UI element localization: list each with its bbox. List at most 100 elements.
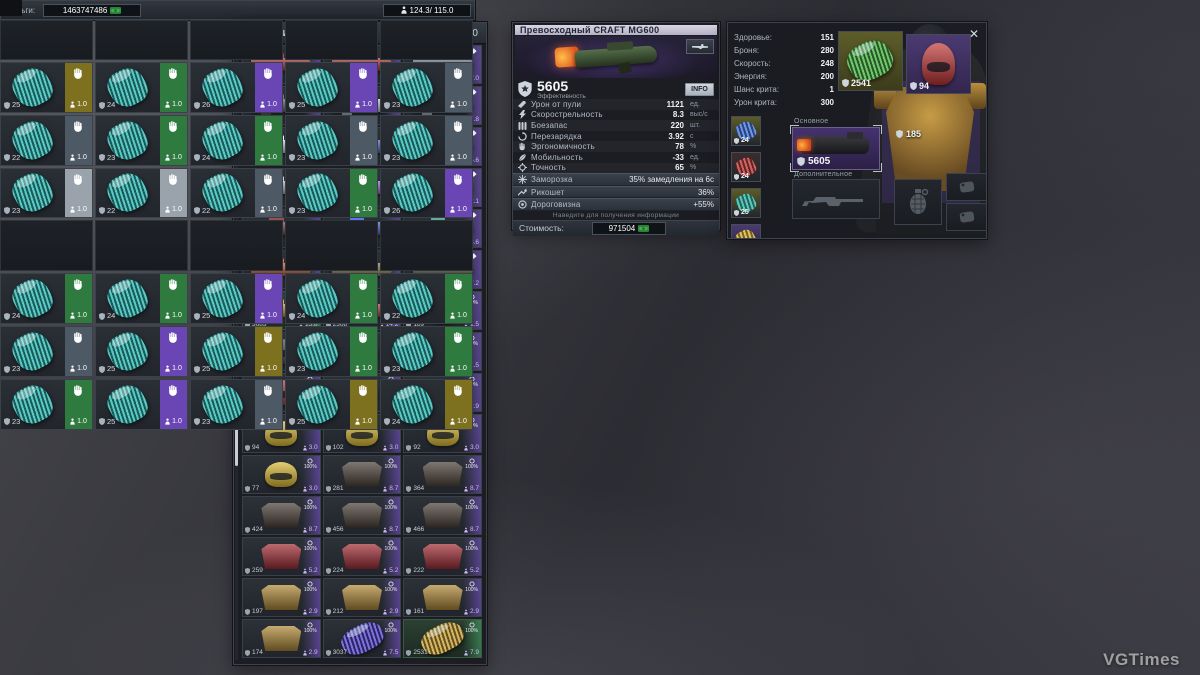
durability-badge: 100% [385,581,398,593]
storage-item[interactable]: 100% 212 2.9 [323,578,402,617]
hand-icon [168,173,179,186]
weight-person-icon [450,365,455,372]
item-weight: 8.7 [383,527,398,534]
inventory-item[interactable]: 1.0 23 [285,168,378,219]
inventory-item[interactable]: 1.0 23 [380,326,473,377]
weight-person-icon [464,609,468,615]
inventory-item[interactable] [380,20,473,60]
inventory-item[interactable]: 1.0 24 [0,273,93,324]
storage-scrollbar-thumb[interactable] [235,426,238,466]
inventory-item[interactable]: 1.0 25 [285,379,378,430]
tag-slot-2[interactable] [946,203,987,231]
inventory-item[interactable]: 1.0 24 [95,62,188,113]
inventory-item[interactable]: 1.0 23 [0,168,93,219]
storage-item[interactable]: 100% 161 2.9 [403,578,482,617]
inventory-item[interactable]: 1.0 23 [380,62,473,113]
money-value-box: 1463747486 [43,4,141,17]
freeze-icon [518,175,527,184]
quick-slot[interactable]: 24 [731,116,761,146]
storage-item[interactable]: 100% 174 2.9 [242,619,321,658]
inventory-item[interactable]: 1.0 24 [285,273,378,324]
inventory-item[interactable] [285,20,378,60]
inventory-item[interactable]: 1.0 23 [285,115,378,166]
storage-item[interactable]: 100% 281 8.7 [323,455,402,494]
cost-value: 971504 [609,224,636,233]
equipped-slot-jetpack[interactable]: 2541 [838,31,903,91]
storage-item[interactable]: 100% 364 8.7 [403,455,482,494]
inventory-item[interactable]: 1.0 24 [95,273,188,324]
inventory-item[interactable]: 1.0 23 [380,115,473,166]
storage-item[interactable]: 100% 197 2.9 [242,578,321,617]
inventory-item[interactable] [285,220,378,271]
storage-item[interactable]: 100% 2531 7.9 [403,619,482,658]
item-weight: 8.7 [464,527,479,534]
inventory-item[interactable]: 1.0 23 [0,326,93,377]
inventory-item[interactable] [0,220,93,271]
inventory-item[interactable]: 1.0 23 [95,115,188,166]
inventory-item[interactable]: 1.0 25 [190,273,283,324]
inventory-item[interactable] [95,220,188,271]
inventory-item[interactable]: 1.0 22 [0,115,93,166]
inventory-item[interactable]: 1.0 25 [190,326,283,377]
grab-strip: 1.0 [160,63,187,112]
inventory-item[interactable] [190,220,283,271]
inventory-item[interactable] [380,220,473,271]
inventory-item[interactable]: 1.0 25 [95,379,188,430]
shield-icon [99,418,105,425]
hand-icon [168,278,179,291]
storage-item[interactable]: 100% 224 5.2 [323,537,402,576]
weight-person-icon [383,486,387,492]
inventory-item[interactable] [190,20,283,60]
weight-person-icon [70,101,75,108]
tag-slot-1[interactable] [946,173,987,201]
inventory-item[interactable]: 1.0 22 [95,168,188,219]
storage-item[interactable]: 100% 77 3.0 [242,455,321,494]
stat-energy: Энергия:200 [734,70,834,83]
inventory-item[interactable]: 1.0 25 [285,62,378,113]
hand-icon [263,173,274,186]
money-icon [110,7,121,14]
grab-strip: 1.0 [445,274,472,323]
hand-icon [453,278,464,291]
inventory-item[interactable]: 1.0 22 [380,273,473,324]
weight-person-icon [303,527,307,533]
inventory-item[interactable]: 1.0 23 [285,326,378,377]
inventory-item[interactable]: 1.0 22 [190,168,283,219]
hand-icon [358,173,369,186]
primary-weapon-slot[interactable]: 5605 [792,127,880,170]
weight-person-icon [260,154,265,161]
quick-slot[interactable]: 25 [731,188,761,218]
secondary-weapon-slot[interactable] [792,179,880,219]
weight-person-icon [383,527,387,533]
equipped-slot-helmet[interactable]: 94 [906,34,971,94]
item-id: 24 [289,312,305,320]
character-stats: Здоровье:151 Броня:280 Скорость:248 Энер… [734,31,834,109]
storage-item[interactable]: 100% 222 5.2 [403,537,482,576]
inventory-item[interactable]: 1.0 25 [0,62,93,113]
inventory-item[interactable] [0,20,93,60]
weapon-type-button[interactable] [686,39,714,54]
inventory-item[interactable] [95,20,188,60]
storage-item[interactable]: 100% 424 8.7 [242,496,321,535]
storage-item[interactable]: 100% 259 5.2 [242,537,321,576]
inventory-item[interactable]: 1.0 24 [190,115,283,166]
inventory-item[interactable]: 1.0 26 [380,168,473,219]
quick-slot[interactable]: 24 [731,152,761,182]
durability-badge: 100% [385,622,398,634]
inventory-item[interactable]: 1.0 23 [190,379,283,430]
quick-slot[interactable]: 26 [731,224,761,239]
storage-item[interactable]: 100% 456 8.7 [323,496,402,535]
storage-item[interactable]: 100% 3037 7.5 [323,619,402,658]
weight-person-icon [165,206,170,213]
inventory-item[interactable]: 1.0 26 [190,62,283,113]
item-id: 23 [4,207,20,215]
close-button[interactable]: ✕ [966,26,982,41]
inventory-item[interactable]: 1.0 24 [380,379,473,430]
storage-item[interactable]: 100% 466 8.7 [403,496,482,535]
grenade-slot[interactable] [894,179,942,225]
inventory-item[interactable]: 1.0 25 [95,326,188,377]
hand-icon [73,384,84,397]
inventory-item[interactable]: 1.0 23 [0,379,93,430]
item-weight: 1.0 [165,101,182,108]
info-button[interactable]: INFO [685,83,714,96]
